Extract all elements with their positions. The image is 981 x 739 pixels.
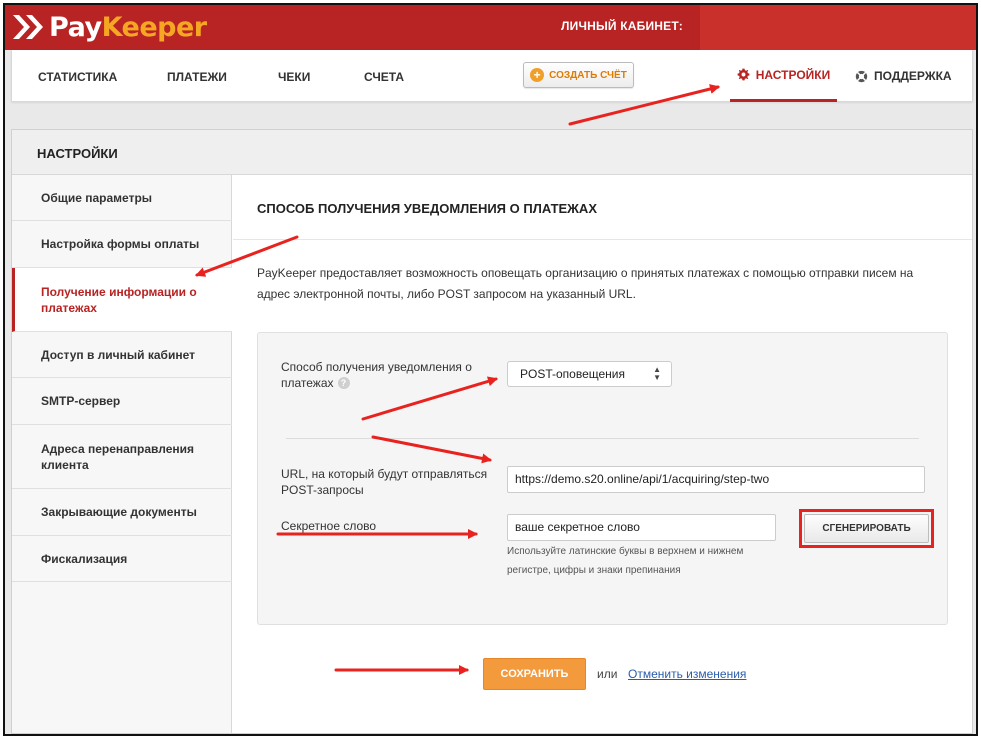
method-label-text: Способ получения уведомления о платежах [281, 360, 472, 390]
panel-title: НАСТРОЙКИ [37, 146, 118, 161]
logo-chevrons-icon [13, 15, 43, 39]
form-divider [286, 438, 919, 439]
sidebar-item-payment-info[interactable]: Получение информации о платежах [12, 268, 232, 332]
nav-settings-tab[interactable]: НАСТРОЙКИ [730, 50, 837, 102]
secret-word-hint: Используйте латинские буквы в верхнем и … [507, 546, 744, 576]
sidebar-item-closing-documents[interactable]: Закрывающие документы [12, 489, 232, 536]
gear-icon [737, 68, 750, 81]
create-invoice-label: СОЗДАТЬ СЧЁТ [549, 69, 627, 81]
sidebar-item-fiscalization[interactable]: Фискализация [12, 536, 232, 582]
nav-support-label: ПОДДЕРЖКА [874, 69, 952, 83]
sidebar-item-payment-form[interactable]: Настройка формы оплаты [12, 221, 232, 268]
nav-payments[interactable]: ПЛАТЕЖИ [167, 70, 227, 84]
create-invoice-button[interactable]: + СОЗДАТЬ СЧЁТ [523, 62, 634, 88]
plus-circle-icon: + [530, 68, 545, 82]
settings-sidebar: Общие параметры Настройка формы оплаты П… [12, 175, 232, 733]
screenshot-frame: PayKeeper ЛИЧНЫЙ КАБИНЕТ: СТАТИСТИКА ПЛА… [3, 3, 978, 736]
select-arrows-icon: ▲ ▼ [653, 365, 661, 382]
nav-statistics[interactable]: СТАТИСТИКА [38, 70, 117, 84]
generate-button[interactable]: СГЕНЕРИРОВАТЬ [804, 514, 929, 543]
personal-cabinet-label: ЛИЧНЫЙ КАБИНЕТ: [561, 19, 683, 33]
sidebar-item-redirect-addresses[interactable]: Адреса перенаправления клиента [12, 425, 232, 489]
url-label: URL, на который будут отправляться POST-… [281, 467, 488, 497]
panel-header: НАСТРОЙКИ [12, 130, 972, 175]
top-bar: PayKeeper ЛИЧНЫЙ КАБИНЕТ: [5, 5, 976, 50]
nav-invoices[interactable]: СЧЕТА [364, 70, 404, 84]
nav-support[interactable]: ПОДДЕРЖКА [855, 50, 952, 102]
logo-text-keeper: Keeper [101, 11, 208, 43]
main-nav: СТАТИСТИКА ПЛАТЕЖИ ЧЕКИ СЧЕТА + СОЗДАТЬ … [11, 50, 973, 102]
secret-word-label: Секретное слово [281, 519, 377, 533]
secret-word-input[interactable]: ваше секретное слово [507, 514, 776, 541]
paykeeper-logo[interactable]: PayKeeper [11, 11, 207, 43]
logo-text-pay: Pay [49, 11, 102, 43]
notification-method-value: POST-оповещения [520, 367, 626, 381]
section-divider [233, 239, 972, 240]
post-url-input[interactable]: https://demo.s20.online/api/1/acquiring/… [507, 466, 925, 493]
sidebar-item-general[interactable]: Общие параметры [12, 175, 232, 221]
settings-panel: НАСТРОЙКИ Общие параметры Настройка форм… [11, 129, 973, 734]
section-title: СПОСОБ ПОЛУЧЕНИЯ УВЕДОМЛЕНИЯ О ПЛАТЕЖАХ [257, 201, 597, 216]
method-label: Способ получения уведомления о платежах? [281, 359, 481, 391]
save-button[interactable]: СОХРАНИТЬ [483, 658, 586, 690]
logo-text: PayKeeper [49, 12, 207, 43]
section-description: PayKeeper предоставляет возможность опов… [257, 266, 914, 301]
nav-receipts[interactable]: ЧЕКИ [278, 70, 310, 84]
settings-content: СПОСОБ ПОЛУЧЕНИЯ УВЕДОМЛЕНИЯ О ПЛАТЕЖАХ … [233, 175, 972, 733]
sidebar-item-smtp[interactable]: SMTP-сервер [12, 378, 232, 425]
help-icon[interactable]: ? [337, 377, 350, 389]
sidebar-item-cabinet-access[interactable]: Доступ в личный кабинет [12, 332, 232, 378]
cancel-changes-link[interactable]: Отменить изменения [628, 667, 746, 681]
or-text: или [597, 667, 618, 681]
notification-form: Способ получения уведомления о платежах?… [257, 332, 948, 625]
lifebuoy-icon [855, 70, 868, 82]
notification-method-select[interactable]: POST-оповещения ▲ ▼ [507, 361, 672, 387]
top-bar-account-band [700, 5, 976, 50]
nav-settings-label: НАСТРОЙКИ [755, 67, 831, 82]
